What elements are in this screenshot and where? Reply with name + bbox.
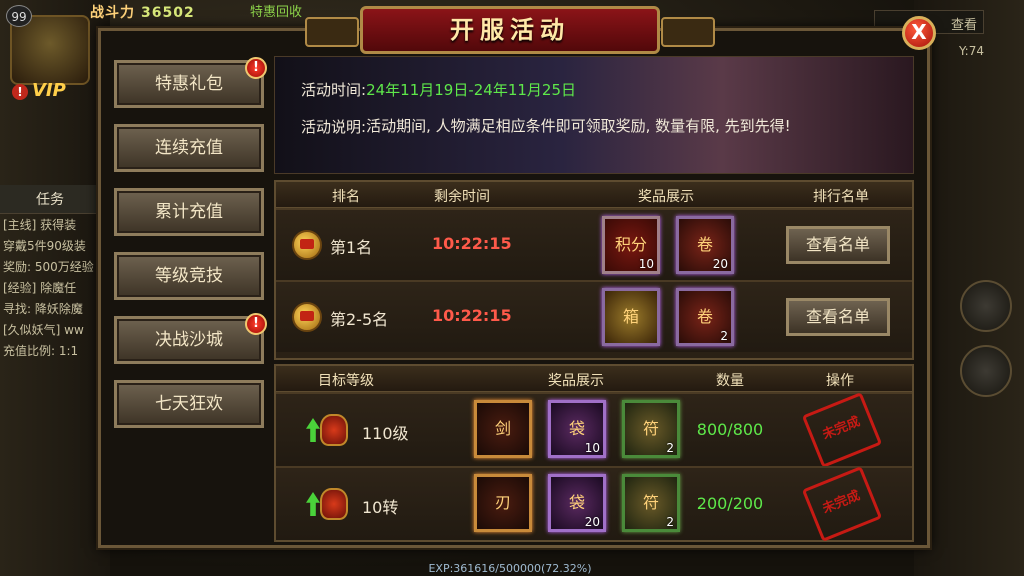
reward-item-chest[interactable]: 箱: [602, 288, 660, 346]
quest-line: 寻找: 降妖除魔: [3, 302, 83, 316]
col-remaining-time: 剩余时间: [434, 189, 490, 205]
reward-item-talisman[interactable]: 符2: [622, 474, 680, 532]
level-up-icon: [306, 412, 350, 448]
countdown-timer: 10:22:15: [432, 234, 512, 253]
event-desc-value: 活动期间, 人物满足相应条件即可领取奖励, 数量有限, 先到先得!: [366, 117, 791, 135]
quest-tracker[interactable]: 任务 [主线] 获得装 穿戴5件90级装 奖励: 500万经验 [经验] 除魔任…: [0, 185, 100, 361]
player-level: 99: [6, 5, 32, 27]
event-info-box: 活动时间: 24年11月19日-24年11月25日 活动说明: 活动期间, 人物满足…: [274, 56, 914, 174]
event-tab-list: 特惠礼包! 连续充值 累计充值 等级竞技 决战沙城! 七天狂欢: [114, 57, 267, 444]
panel-title: 开服活动: [305, 6, 715, 54]
col-target-level: 目标等级: [318, 373, 374, 389]
item-count: 2: [666, 515, 674, 529]
item-count: 20: [712, 257, 728, 271]
item-count: 10: [638, 257, 654, 271]
event-time-label: 活动时间:: [301, 81, 367, 99]
quest-line: 充值比例: 1:1: [3, 344, 79, 358]
tab-seven-day-carnival[interactable]: 七天狂欢: [114, 380, 264, 428]
rank-name: 第1名: [330, 238, 373, 257]
tab-label: 七天狂欢: [155, 394, 223, 414]
col-quantity: 数量: [716, 373, 744, 389]
combat-power-value: 36502: [141, 5, 195, 21]
crown-icon: [292, 230, 322, 260]
reward-item-talisman[interactable]: 符2: [622, 400, 680, 458]
item-count: 2: [720, 329, 728, 343]
tab-label: 决战沙城: [155, 330, 223, 350]
sword-icon: 剑: [494, 419, 511, 438]
reward-item-scroll[interactable]: 卷 20: [676, 216, 734, 274]
item-count: 2: [666, 441, 674, 455]
tab-castle-battle[interactable]: 决战沙城!: [114, 313, 267, 364]
skill-button[interactable]: [960, 280, 1012, 332]
tab-level-contest[interactable]: 等级竞技: [114, 252, 264, 300]
item-count: 10: [584, 441, 600, 455]
event-desc-label: 活动说明:: [301, 118, 367, 136]
item-count: 20: [584, 515, 600, 529]
ranking-section: 排名 剩余时间 奖品展示 排行名单 第1名 10:22:15 积分 10 卷 20 …: [274, 180, 914, 360]
tab-continuous-recharge[interactable]: 连续充值: [114, 124, 264, 172]
recycle-link[interactable]: 特惠回收: [250, 1, 302, 20]
rank-name: 第2-5名: [330, 310, 389, 329]
level-up-icon: [306, 486, 350, 522]
tab-label: 特惠礼包: [155, 74, 223, 94]
quest-line: [经验] 除魔任: [3, 281, 77, 295]
reward-item-gold-bag[interactable]: 袋 20: [548, 474, 606, 532]
quest-line: [主线] 获得装: [3, 218, 77, 232]
reward-item-points[interactable]: 积分 10: [602, 216, 660, 274]
view-list-button[interactable]: 查看名单: [786, 226, 890, 264]
tab-special-gift[interactable]: 特惠礼包!: [114, 57, 267, 108]
quest-line: [久似妖气] ww: [3, 323, 84, 337]
incomplete-stamp: 未完成: [801, 392, 883, 468]
tab-cumulative-recharge[interactable]: 累计充值: [114, 188, 264, 236]
level-header: 目标等级 奖品展示 数量 操作: [276, 366, 912, 392]
tab-label: 连续充值: [155, 138, 223, 158]
skill-button[interactable]: [960, 345, 1012, 397]
quest-title[interactable]: 任务: [0, 185, 100, 214]
remaining-quantity: 200/200: [696, 494, 764, 513]
view-list-button[interactable]: 查看名单: [786, 298, 890, 336]
coordinate-readout: Y:74: [958, 44, 984, 58]
ranking-row: 第2-5名 10:22:15 箱 卷2 查看名单: [276, 280, 912, 352]
target-level: 10转: [362, 498, 399, 517]
ranking-header: 排名 剩余时间 奖品展示 排行名单: [276, 182, 912, 208]
col-rewards: 奖品展示: [638, 189, 694, 205]
close-button[interactable]: X: [902, 16, 936, 50]
level-target-section: 目标等级 奖品展示 数量 操作 110级 剑 袋 10 符2 800/800 未完…: [274, 364, 914, 542]
col-rank-list: 排行名单: [813, 189, 869, 205]
level-row: 110级 剑 袋 10 符2 800/800 未完成: [276, 392, 912, 468]
ranking-row: 第1名 10:22:15 积分 10 卷 20 查看名单: [276, 208, 912, 280]
quest-line: 奖励: 500万经验: [3, 260, 94, 274]
col-rank: 排名: [332, 189, 360, 205]
blade-icon: 刃: [494, 493, 511, 512]
col-rewards: 奖品展示: [548, 373, 604, 389]
countdown-timer: 10:22:15: [432, 306, 512, 325]
target-level: 110级: [362, 424, 409, 443]
chest-icon: 箱: [622, 307, 639, 326]
event-time-value: 24年11月19日-24年11月25日: [366, 81, 576, 99]
level-row: 10转 刃 袋 20 符2 200/200 未完成: [276, 466, 912, 542]
reward-item-sword[interactable]: 剑: [474, 400, 532, 458]
alert-icon: !: [245, 57, 267, 79]
quest-line: 穿戴5件90级装: [3, 239, 86, 253]
remaining-quantity: 800/800: [696, 420, 764, 439]
incomplete-stamp: 未完成: [801, 466, 883, 542]
tab-label: 等级竞技: [155, 266, 223, 286]
reward-item-blade[interactable]: 刃: [474, 474, 532, 532]
reward-item-scroll[interactable]: 卷2: [676, 288, 734, 346]
vip-badge[interactable]: VIP: [32, 80, 66, 101]
tab-label: 累计充值: [155, 202, 223, 222]
crown-icon: [292, 302, 322, 332]
exp-bar: EXP:361616/500000(72.32%): [428, 562, 592, 575]
alert-icon: !: [245, 313, 267, 335]
col-operation: 操作: [826, 373, 854, 389]
combat-power: 战斗力 36502: [90, 2, 195, 22]
combat-power-label: 战斗力: [90, 5, 135, 21]
reward-item-gold-bag[interactable]: 袋 10: [548, 400, 606, 458]
vip-alert-icon: !: [12, 84, 28, 100]
